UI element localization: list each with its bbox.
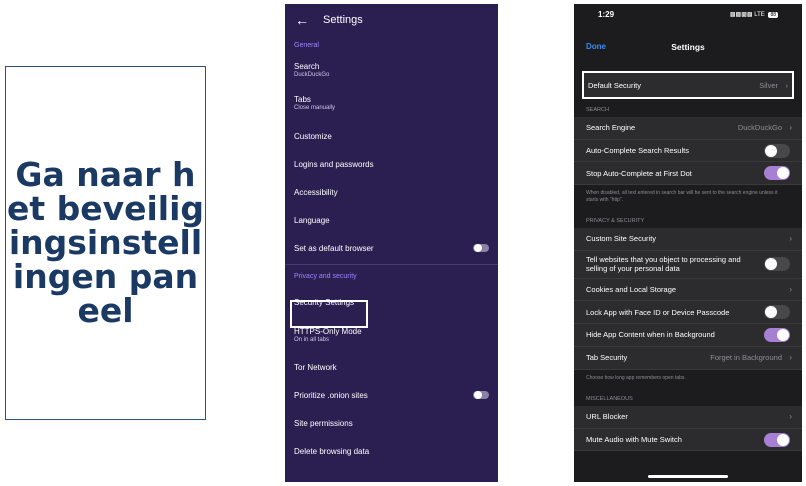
signal-status: ▩▩▩▩ LTE 88 bbox=[729, 12, 778, 18]
row-lock-app[interactable]: Lock App with Face ID or Device Passcode bbox=[574, 301, 802, 325]
ios-settings-screen: 1:29 ▩▩▩▩ LTE 88 Done Settings SEARCH Se… bbox=[574, 4, 802, 482]
row-url-blocker[interactable]: URL Blocker › bbox=[574, 406, 802, 429]
row-label: Lock App with Face ID or Device Passcode bbox=[586, 307, 730, 317]
setting-label: Customize bbox=[294, 131, 332, 141]
section-general: General bbox=[294, 42, 319, 49]
row-label: Auto-Complete Search Results bbox=[586, 146, 689, 156]
setting-customize[interactable]: Customize bbox=[285, 122, 498, 150]
setting-language[interactable]: Language bbox=[285, 206, 498, 234]
misc-group: URL Blocker › Mute Audio with Mute Switc… bbox=[574, 406, 802, 452]
privacy-group: Custom Site Security › Tell websites tha… bbox=[574, 228, 802, 370]
setting-tabs[interactable]: Tabs Close manually bbox=[285, 84, 498, 122]
section-privacy: Privacy and security bbox=[294, 273, 357, 280]
row-label: Tell websites that you object to process… bbox=[586, 255, 741, 274]
setting-prioritize-onion[interactable]: Prioritize .onion sites bbox=[285, 381, 498, 409]
setting-label: HTTPS-Only Mode bbox=[294, 327, 362, 336]
setting-sub: Close manually bbox=[294, 105, 336, 111]
setting-label: Search bbox=[294, 62, 320, 71]
chevron-right-icon: › bbox=[789, 285, 792, 295]
row-label: Hide App Content when in Background bbox=[586, 330, 715, 340]
chevron-right-icon: › bbox=[785, 80, 789, 90]
hide-content-switch[interactable] bbox=[764, 327, 790, 342]
row-tab-security[interactable]: Tab Security Forget in Background › bbox=[574, 347, 802, 370]
row-label: Search Engine bbox=[586, 123, 636, 133]
row-label: URL Blocker bbox=[586, 412, 628, 422]
row-label: Custom Site Security bbox=[586, 234, 657, 244]
setting-label: Tor Network bbox=[294, 362, 337, 372]
setting-label: Set as default browser bbox=[294, 243, 374, 253]
caption-text: Ga naar het beveiligingsinstellingen pan… bbox=[6, 155, 205, 330]
row-custom-site-security[interactable]: Custom Site Security › bbox=[574, 228, 802, 251]
tell-websites-switch[interactable] bbox=[764, 257, 790, 272]
setting-label: Logins and passwords bbox=[294, 159, 374, 169]
setting-sub: DuckDuckGo bbox=[294, 72, 330, 78]
arrow-left-icon[interactable]: ← bbox=[295, 12, 323, 28]
default-browser-toggle[interactable] bbox=[473, 244, 489, 252]
row-label: Stop Auto-Complete at First Dot bbox=[586, 168, 692, 178]
search-group: Search Engine DuckDuckGo › Auto-Complete… bbox=[574, 117, 802, 186]
android-settings-screen: ← Settings General Search DuckDuckGo Tab… bbox=[285, 4, 498, 482]
network-type: LTE bbox=[754, 12, 765, 18]
setting-sub: On in all tabs bbox=[294, 337, 330, 343]
setting-label: Site permissions bbox=[294, 418, 353, 428]
section-search: SEARCH bbox=[574, 98, 802, 117]
status-time: 1:29 bbox=[598, 10, 615, 19]
chevron-right-icon: › bbox=[789, 412, 792, 422]
autocomplete-switch[interactable] bbox=[764, 143, 790, 158]
ios-page-title: Settings bbox=[671, 42, 705, 52]
setting-search[interactable]: Search DuckDuckGo bbox=[285, 56, 498, 84]
caption-card: Ga naar het beveiligingsinstellingen pan… bbox=[5, 66, 206, 420]
row-cookies[interactable]: Cookies and Local Storage › bbox=[574, 279, 802, 302]
ios-nav-bar: Done Settings bbox=[574, 28, 802, 68]
onion-toggle[interactable] bbox=[473, 391, 489, 399]
security-settings-highlight bbox=[290, 300, 368, 328]
setting-label: Language bbox=[294, 215, 330, 225]
setting-site-permissions[interactable]: Site permissions bbox=[285, 409, 498, 437]
section-privacy-security: PRIVACY & SECURITY bbox=[574, 209, 802, 229]
status-bar: 1:29 ▩▩▩▩ LTE 88 bbox=[574, 4, 802, 28]
android-page-title: Settings bbox=[323, 14, 363, 26]
row-value: Silver bbox=[759, 80, 778, 90]
chevron-right-icon: › bbox=[789, 353, 792, 363]
row-hide-content[interactable]: Hide App Content when in Background bbox=[574, 324, 802, 347]
row-label: Mute Audio with Mute Switch bbox=[586, 435, 682, 445]
chevron-right-icon: › bbox=[789, 234, 792, 244]
row-label: Cookies and Local Storage bbox=[586, 285, 677, 295]
setting-accessibility[interactable]: Accessibility bbox=[285, 178, 498, 206]
row-default-security[interactable]: Default Security Silver › bbox=[582, 71, 794, 99]
home-indicator bbox=[648, 475, 728, 478]
row-label: Tab Security bbox=[586, 353, 628, 363]
battery-icon: 88 bbox=[768, 12, 778, 18]
setting-logins[interactable]: Logins and passwords bbox=[285, 150, 498, 178]
setting-tor-network[interactable]: Tor Network bbox=[285, 353, 498, 381]
row-tell-websites[interactable]: Tell websites that you object to process… bbox=[574, 251, 802, 279]
lock-app-switch[interactable] bbox=[764, 305, 790, 320]
setting-delete-browsing-data[interactable]: Delete browsing data bbox=[285, 437, 498, 465]
stop-autocomplete-switch[interactable] bbox=[764, 166, 790, 181]
row-value: DuckDuckGo bbox=[737, 123, 782, 133]
section-misc: MISCELLANEOUS bbox=[574, 387, 802, 406]
setting-label: Prioritize .onion sites bbox=[294, 390, 368, 400]
tab-note: Choose how long app remembers open tabs. bbox=[574, 369, 802, 387]
mute-audio-switch[interactable] bbox=[764, 432, 790, 447]
setting-label: Tabs bbox=[294, 95, 311, 104]
row-label: Default Security bbox=[588, 80, 641, 90]
row-autocomplete[interactable]: Auto-Complete Search Results bbox=[574, 140, 802, 163]
divider bbox=[285, 264, 498, 265]
row-search-engine[interactable]: Search Engine DuckDuckGo › bbox=[574, 117, 802, 140]
setting-label: Accessibility bbox=[294, 187, 338, 197]
android-header: ← Settings bbox=[285, 4, 498, 36]
row-mute-audio[interactable]: Mute Audio with Mute Switch bbox=[574, 429, 802, 452]
chevron-right-icon: › bbox=[789, 123, 792, 133]
search-note: When disabled, all text entered in searc… bbox=[574, 185, 802, 210]
setting-label: Delete browsing data bbox=[294, 446, 370, 456]
row-value: Forget in Background bbox=[710, 353, 782, 363]
setting-default-browser[interactable]: Set as default browser bbox=[285, 234, 498, 262]
row-stop-autocomplete[interactable]: Stop Auto-Complete at First Dot bbox=[574, 162, 802, 186]
